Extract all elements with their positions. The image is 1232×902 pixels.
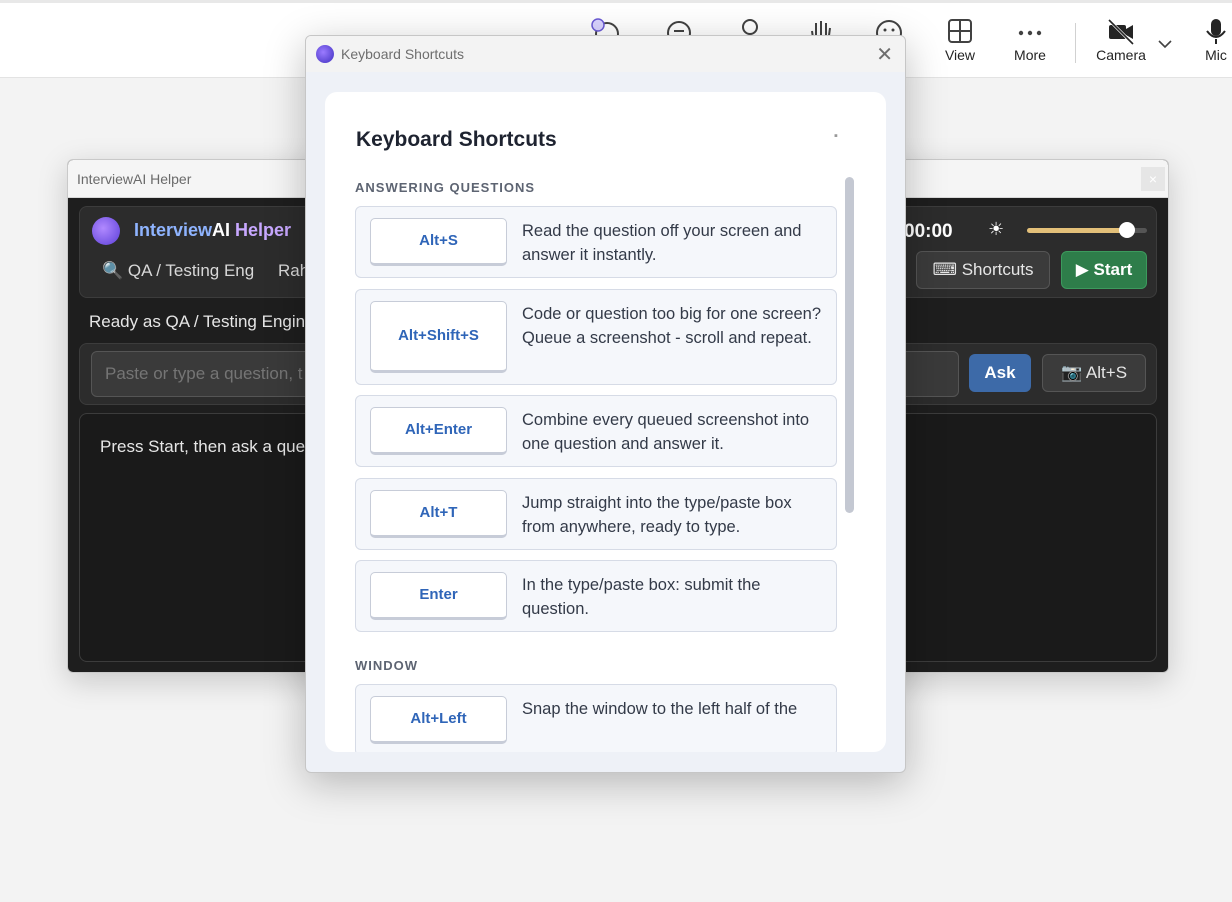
shortcut-desc: Snap the window to the left half of the: [522, 700, 798, 718]
shortcuts-button[interactable]: ⌨ Shortcuts: [916, 251, 1050, 289]
more-icon: [1018, 30, 1042, 36]
shortcut-key: Alt+Shift+S: [370, 301, 507, 373]
mic-icon: [1206, 19, 1226, 44]
start-button[interactable]: ▶ Start: [1061, 251, 1147, 289]
camera-label: Camera: [1096, 47, 1146, 63]
scrollbar[interactable]: [844, 177, 854, 752]
camera-button[interactable]: Camera: [1086, 17, 1156, 63]
screenshot-button[interactable]: 📷 Alt+S: [1042, 354, 1146, 392]
brightness-slider[interactable]: [1027, 222, 1147, 238]
helper-close-button[interactable]: ×: [1141, 167, 1165, 191]
shortcut-row: Alt+S Read the question off your screen …: [355, 206, 837, 278]
dialog-heading: Keyboard Shortcuts: [356, 128, 557, 151]
camera-off-icon: [1107, 18, 1135, 45]
shortcut-key: Alt+T: [370, 490, 507, 538]
shortcut-desc: Code or question too big for one screen?…: [522, 305, 822, 347]
session-timer: 00:00: [904, 221, 953, 242]
grid-icon: [948, 19, 972, 43]
shortcut-desc: Read the question off your screen and an…: [522, 222, 802, 264]
view-label: View: [944, 47, 976, 63]
more-button[interactable]: More: [995, 17, 1065, 63]
close-icon[interactable]: ✕: [876, 42, 893, 67]
shortcut-row: Alt+Enter Combine every queued screensho…: [355, 395, 837, 467]
section-answering: ANSWERING QUESTIONS: [355, 180, 536, 195]
scrollbar-thumb[interactable]: [845, 177, 854, 513]
slider-knob[interactable]: [1118, 222, 1135, 238]
brightness-icon: ☀: [988, 219, 1005, 239]
shortcut-row: Alt+T Jump straight into the type/paste …: [355, 478, 837, 550]
view-button[interactable]: View: [925, 17, 995, 63]
shortcuts-dialog: Keyboard Shortcuts ✕ Keyboard Shortcuts …: [305, 35, 906, 773]
shortcut-row: Alt+Left Snap the window to the left hal…: [355, 684, 837, 752]
app-brand: InterviewAI Helper: [134, 220, 292, 240]
section-window: WINDOW: [355, 658, 419, 673]
mic-button[interactable]: Mic: [1181, 17, 1232, 63]
shortcut-desc: Jump straight into the type/paste box fr…: [522, 494, 792, 536]
dialog-window-title: Keyboard Shortcuts: [341, 46, 464, 62]
chevron-down-icon[interactable]: [1158, 39, 1172, 49]
role-selector[interactable]: 🔍 QA / Testing Eng: [102, 261, 254, 281]
answer-text: Press Start, then ask a ques: [100, 437, 314, 456]
shortcut-key: Alt+S: [370, 218, 507, 266]
shortcut-key: Alt+Enter: [370, 407, 507, 455]
shortcut-key: Enter: [370, 572, 507, 620]
app-logo-icon: [92, 217, 120, 245]
app-logo-icon: [316, 45, 334, 63]
slider-fill: [1027, 228, 1127, 233]
status-text: Ready as QA / Testing Engin: [89, 312, 306, 331]
toolbar-divider: [1075, 23, 1076, 63]
dialog-titlebar[interactable]: Keyboard Shortcuts ✕: [306, 36, 905, 72]
shortcut-key: Alt+Left: [370, 696, 507, 744]
shortcut-desc: Combine every queued screenshot into one…: [522, 411, 810, 453]
helper-window-title: InterviewAI Helper: [77, 171, 192, 187]
resize-dot: ▪: [834, 130, 838, 142]
shortcut-row: Alt+Shift+S Code or question too big for…: [355, 289, 837, 385]
mic-label: Mic: [1205, 47, 1227, 63]
shortcut-desc: In the type/paste box: submit the questi…: [522, 576, 761, 618]
shortcut-row: Enter In the type/paste box: submit the …: [355, 560, 837, 632]
more-label: More: [1014, 47, 1046, 63]
shortcuts-card: Keyboard Shortcuts ▪ ANSWERING QUESTIONS…: [325, 92, 886, 752]
ask-button[interactable]: Ask: [969, 354, 1031, 392]
